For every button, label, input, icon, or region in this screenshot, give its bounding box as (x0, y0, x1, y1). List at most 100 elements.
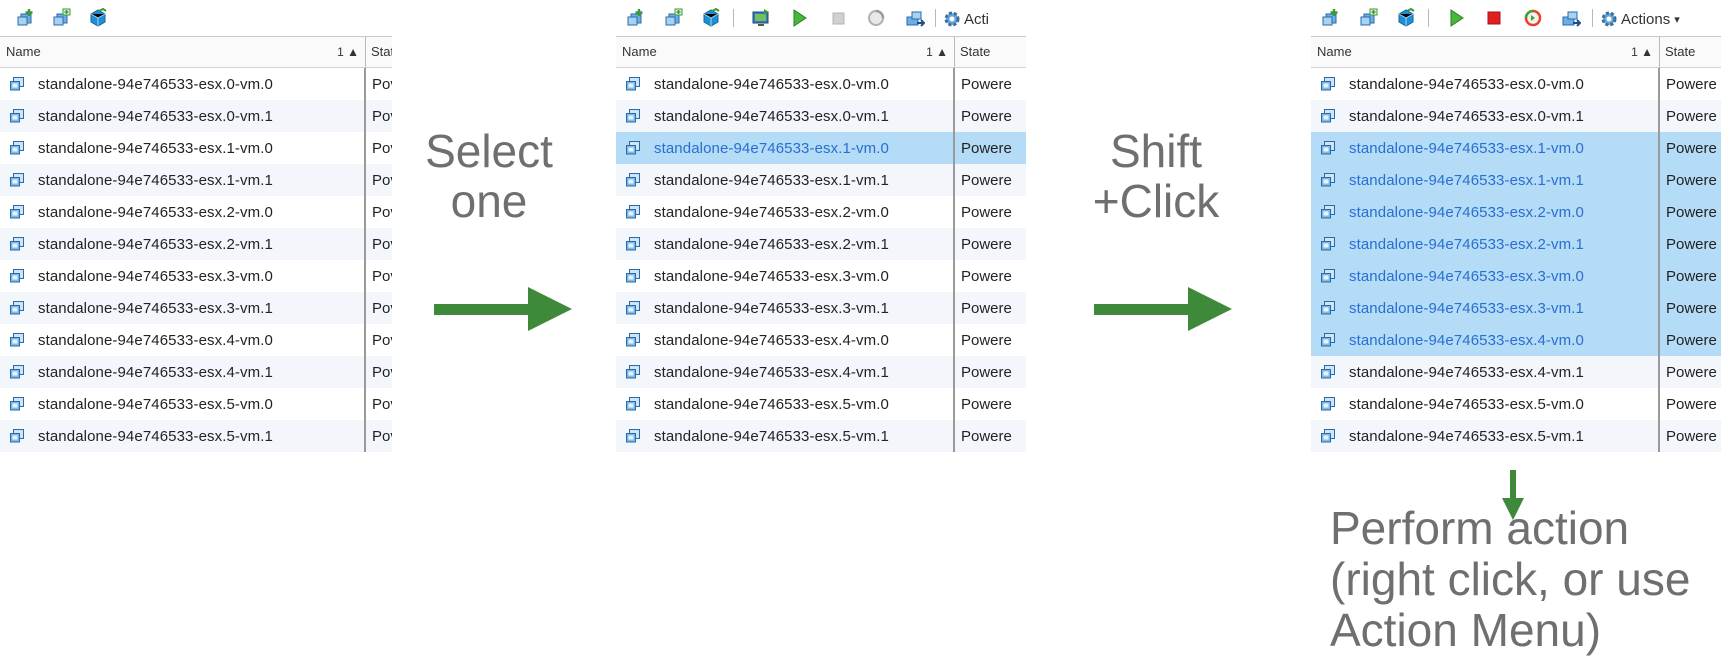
vm-name-cell[interactable]: standalone-94e746533-esx.3-vm.1 (1311, 292, 1660, 324)
actions-menu[interactable]: Actions ▾ (1599, 9, 1680, 29)
vm-name-cell[interactable]: standalone-94e746533-esx.0-vm.0 (616, 68, 955, 100)
vm-name: standalone-94e746533-esx.3-vm.0 (38, 267, 273, 285)
vm-name-cell[interactable]: standalone-94e746533-esx.5-vm.1 (1311, 420, 1660, 452)
table-row[interactable]: standalone-94e746533-esx.1-vm.0 Pov (0, 132, 392, 164)
table-row[interactable]: standalone-94e746533-esx.1-vm.0 Powere (1311, 132, 1721, 164)
table-row[interactable]: standalone-94e746533-esx.3-vm.1 Powere (616, 292, 1026, 324)
vm-name-cell[interactable]: standalone-94e746533-esx.5-vm.0 (0, 388, 366, 420)
table-row[interactable]: standalone-94e746533-esx.3-vm.1 Pov (0, 292, 392, 324)
table-row[interactable]: standalone-94e746533-esx.5-vm.0 Powere (616, 388, 1026, 420)
power-off-icon[interactable] (828, 8, 848, 28)
table-row[interactable]: standalone-94e746533-esx.4-vm.1 Powere (1311, 356, 1721, 388)
vm-name-cell[interactable]: standalone-94e746533-esx.5-vm.1 (0, 420, 366, 452)
new-vm-from-template-icon[interactable] (52, 8, 72, 28)
new-vm-from-template-icon[interactable] (664, 8, 684, 28)
column-header-state[interactable]: State (955, 37, 990, 67)
vm-name-cell[interactable]: standalone-94e746533-esx.1-vm.0 (0, 132, 366, 164)
vm-name-cell[interactable]: standalone-94e746533-esx.3-vm.0 (616, 260, 955, 292)
actions-menu[interactable]: Acti (942, 9, 989, 29)
power-on-icon[interactable] (1446, 8, 1466, 28)
vm-name-cell[interactable]: standalone-94e746533-esx.1-vm.0 (1311, 132, 1660, 164)
table-row[interactable]: standalone-94e746533-esx.2-vm.1 Pov (0, 228, 392, 260)
column-header-name[interactable]: Name 1 ▲ (616, 37, 955, 67)
column-header-name[interactable]: Name 1 ▲ (0, 37, 366, 67)
column-header-state[interactable]: State (1660, 37, 1695, 67)
new-vm-icon[interactable] (1321, 8, 1341, 28)
vm-name-cell[interactable]: standalone-94e746533-esx.2-vm.0 (1311, 196, 1660, 228)
vm-name-cell[interactable]: standalone-94e746533-esx.3-vm.1 (0, 292, 366, 324)
vm-name-cell[interactable]: standalone-94e746533-esx.4-vm.1 (0, 356, 366, 388)
table-row[interactable]: standalone-94e746533-esx.4-vm.1 Powere (616, 356, 1026, 388)
reset-icon[interactable] (866, 8, 886, 28)
vm-name-cell[interactable]: standalone-94e746533-esx.1-vm.1 (0, 164, 366, 196)
vm-name-cell[interactable]: standalone-94e746533-esx.0-vm.0 (1311, 68, 1660, 100)
table-row[interactable]: standalone-94e746533-esx.2-vm.0 Powere (1311, 196, 1721, 228)
table-row[interactable]: standalone-94e746533-esx.5-vm.1 Powere (616, 420, 1026, 452)
power-on-icon[interactable] (789, 8, 809, 28)
table-row[interactable]: standalone-94e746533-esx.3-vm.0 Powere (1311, 260, 1721, 292)
table-row[interactable]: standalone-94e746533-esx.0-vm.1 Pov (0, 100, 392, 132)
vm-name-cell[interactable]: standalone-94e746533-esx.2-vm.0 (0, 196, 366, 228)
migrate-icon[interactable] (905, 8, 925, 28)
vm-name-cell[interactable]: standalone-94e746533-esx.0-vm.1 (1311, 100, 1660, 132)
table-row[interactable]: standalone-94e746533-esx.4-vm.1 Pov (0, 356, 392, 388)
vm-name-cell[interactable]: standalone-94e746533-esx.3-vm.0 (1311, 260, 1660, 292)
table-row[interactable]: standalone-94e746533-esx.2-vm.1 Powere (1311, 228, 1721, 260)
vm-name-cell[interactable]: standalone-94e746533-esx.0-vm.1 (616, 100, 955, 132)
column-header-name[interactable]: Name 1 ▲ (1311, 37, 1660, 67)
vm-name-cell[interactable]: standalone-94e746533-esx.5-vm.0 (616, 388, 955, 420)
vm-name-cell[interactable]: standalone-94e746533-esx.4-vm.0 (0, 324, 366, 356)
deploy-ovf-icon[interactable] (88, 8, 108, 28)
vm-name-cell[interactable]: standalone-94e746533-esx.5-vm.1 (616, 420, 955, 452)
table-row[interactable]: standalone-94e746533-esx.3-vm.1 Powere (1311, 292, 1721, 324)
table-row[interactable]: standalone-94e746533-esx.2-vm.0 Pov (0, 196, 392, 228)
table-row[interactable]: standalone-94e746533-esx.1-vm.1 Powere (1311, 164, 1721, 196)
vm-name-cell[interactable]: standalone-94e746533-esx.0-vm.1 (0, 100, 366, 132)
deploy-ovf-icon[interactable] (1396, 8, 1416, 28)
vm-name-cell[interactable]: standalone-94e746533-esx.4-vm.1 (1311, 356, 1660, 388)
table-row[interactable]: standalone-94e746533-esx.0-vm.1 Powere (1311, 100, 1721, 132)
vm-name-cell[interactable]: standalone-94e746533-esx.5-vm.0 (1311, 388, 1660, 420)
vm-name-cell[interactable]: standalone-94e746533-esx.3-vm.1 (616, 292, 955, 324)
table-row[interactable]: standalone-94e746533-esx.0-vm.0 Powere (616, 68, 1026, 100)
table-row[interactable]: standalone-94e746533-esx.5-vm.1 Powere (1311, 420, 1721, 452)
table-row[interactable]: standalone-94e746533-esx.0-vm.0 Powere (1311, 68, 1721, 100)
table-row[interactable]: standalone-94e746533-esx.4-vm.0 Powere (616, 324, 1026, 356)
table-row[interactable]: standalone-94e746533-esx.0-vm.1 Powere (616, 100, 1026, 132)
power-off-icon[interactable] (1484, 8, 1504, 28)
new-vm-from-template-icon[interactable] (1359, 8, 1379, 28)
table-row[interactable]: standalone-94e746533-esx.2-vm.1 Powere (616, 228, 1026, 260)
table-row[interactable]: standalone-94e746533-esx.2-vm.0 Powere (616, 196, 1026, 228)
table-row[interactable]: standalone-94e746533-esx.3-vm.0 Pov (0, 260, 392, 292)
table-row[interactable]: standalone-94e746533-esx.4-vm.0 Powere (1311, 324, 1721, 356)
vm-name-cell[interactable]: standalone-94e746533-esx.3-vm.0 (0, 260, 366, 292)
vm-name-cell[interactable]: standalone-94e746533-esx.2-vm.0 (616, 196, 955, 228)
column-header-state[interactable]: Stat (366, 37, 392, 67)
vm-name-cell[interactable]: standalone-94e746533-esx.2-vm.1 (0, 228, 366, 260)
vm-name-cell[interactable]: standalone-94e746533-esx.0-vm.0 (0, 68, 366, 100)
reset-icon[interactable] (1523, 8, 1543, 28)
table-row[interactable]: standalone-94e746533-esx.3-vm.0 Powere (616, 260, 1026, 292)
table-row[interactable]: standalone-94e746533-esx.1-vm.1 Pov (0, 164, 392, 196)
table-row[interactable]: standalone-94e746533-esx.5-vm.0 Pov (0, 388, 392, 420)
open-console-icon[interactable] (751, 8, 771, 28)
table-row[interactable]: standalone-94e746533-esx.5-vm.0 Powere (1311, 388, 1721, 420)
table-row[interactable]: standalone-94e746533-esx.0-vm.0 Pov (0, 68, 392, 100)
vm-name-cell[interactable]: standalone-94e746533-esx.4-vm.1 (616, 356, 955, 388)
table-row[interactable]: standalone-94e746533-esx.1-vm.1 Powere (616, 164, 1026, 196)
table-row[interactable]: standalone-94e746533-esx.1-vm.0 Powere (616, 132, 1026, 164)
migrate-icon[interactable] (1561, 8, 1581, 28)
vm-name-cell[interactable]: standalone-94e746533-esx.1-vm.1 (616, 164, 955, 196)
new-vm-icon[interactable] (626, 8, 646, 28)
table-row[interactable]: standalone-94e746533-esx.4-vm.0 Pov (0, 324, 392, 356)
vm-state-cell: Powere (961, 267, 1012, 285)
vm-name-cell[interactable]: standalone-94e746533-esx.4-vm.0 (1311, 324, 1660, 356)
vm-name-cell[interactable]: standalone-94e746533-esx.2-vm.1 (1311, 228, 1660, 260)
new-vm-icon[interactable] (16, 8, 36, 28)
vm-name-cell[interactable]: standalone-94e746533-esx.4-vm.0 (616, 324, 955, 356)
vm-name-cell[interactable]: standalone-94e746533-esx.1-vm.0 (616, 132, 955, 164)
deploy-ovf-icon[interactable] (701, 8, 721, 28)
table-row[interactable]: standalone-94e746533-esx.5-vm.1 Pov (0, 420, 392, 452)
vm-name-cell[interactable]: standalone-94e746533-esx.2-vm.1 (616, 228, 955, 260)
vm-name-cell[interactable]: standalone-94e746533-esx.1-vm.1 (1311, 164, 1660, 196)
